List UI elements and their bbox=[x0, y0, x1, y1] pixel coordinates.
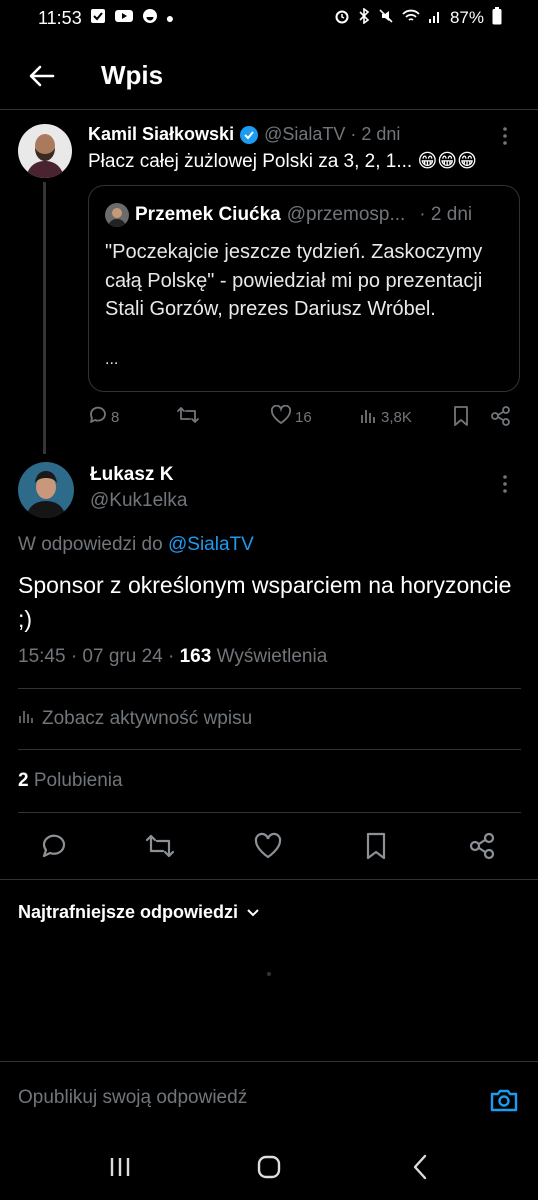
bookmark-button[interactable] bbox=[356, 826, 396, 866]
parent-tweet-time: · 2 dni bbox=[350, 124, 401, 144]
thread-line bbox=[43, 182, 46, 454]
views-count: 3,8K bbox=[381, 408, 412, 426]
likes-summary[interactable]: 2 Polubienia bbox=[18, 770, 123, 792]
replies-sort-label: Najtrafniejsze odpowiedzi bbox=[18, 902, 239, 922]
page-title: Wpis bbox=[101, 60, 164, 90]
quote-author-handle: @przemosp... bbox=[286, 204, 406, 225]
header-divider bbox=[0, 109, 538, 110]
retweet-button[interactable] bbox=[140, 826, 180, 866]
tweet-text: Sponsor z określonym wsparciem na horyzo… bbox=[18, 572, 512, 632]
app-icon bbox=[142, 8, 158, 28]
tweet-views-label: Wyświetlenia bbox=[216, 646, 328, 667]
signal-icon bbox=[428, 8, 442, 29]
parent-tweet-text: Płacz całej żużlowej Polski za 3, 2, 1..… bbox=[88, 151, 477, 172]
dot-icon: ● bbox=[165, 10, 175, 26]
tweet-meta: 15:45 · 07 gru 24 · 163 Wyświetlenia bbox=[18, 646, 327, 668]
status-bar: 11:53 ● 87% bbox=[0, 0, 538, 36]
share-action[interactable] bbox=[490, 405, 512, 431]
heart-icon bbox=[270, 404, 292, 429]
avatar-kamil[interactable] bbox=[18, 124, 72, 178]
battery-text: 87% bbox=[449, 8, 484, 27]
reply-button[interactable] bbox=[34, 826, 74, 866]
reply-input[interactable]: Opublikuj swoją odpowiedź bbox=[18, 1087, 247, 1109]
verified-badge-icon bbox=[239, 125, 259, 145]
quote-author-name: Przemek Ciućka bbox=[135, 204, 281, 225]
like-action[interactable]: 16 bbox=[270, 404, 312, 429]
parent-tweet-header: Kamil Siałkowski @SialaTV · 2 dni bbox=[88, 124, 400, 145]
battery-icon bbox=[492, 6, 502, 30]
more-options-icon[interactable] bbox=[502, 126, 508, 152]
parent-author-handle[interactable]: @SialaTV bbox=[264, 124, 345, 145]
author-handle[interactable]: @Kuk1elka bbox=[90, 490, 187, 512]
replies-sort-dropdown[interactable]: Najtrafniejsze odpowiedzi bbox=[18, 902, 260, 923]
activity-label: Zobacz aktywność wpisu bbox=[42, 708, 253, 729]
bookmark-action[interactable] bbox=[452, 405, 470, 431]
share-icon bbox=[490, 405, 512, 431]
post-activity-link[interactable]: Zobacz aktywność wpisu bbox=[18, 707, 252, 731]
views-action[interactable]: 3,8K bbox=[360, 405, 412, 429]
tweet-views-count: 163 bbox=[179, 646, 212, 667]
quote-ellipsis: ... bbox=[105, 351, 119, 368]
home-icon[interactable] bbox=[245, 1147, 293, 1187]
camera-icon[interactable] bbox=[486, 1082, 522, 1118]
parent-tweet-actions: 8 16 3,8K bbox=[86, 404, 516, 435]
avatar-lukasz[interactable] bbox=[18, 462, 74, 518]
share-button[interactable] bbox=[463, 826, 503, 866]
meta-divider bbox=[18, 688, 521, 689]
reply-icon bbox=[88, 405, 108, 429]
tweet-timestamp: 15:45 · 07 gru 24 · bbox=[18, 646, 175, 667]
top-bar: Wpis bbox=[0, 48, 538, 104]
tweet-actions bbox=[0, 826, 538, 866]
replying-to: W odpowiedzi do @SialaTV bbox=[18, 534, 254, 556]
reply-divider bbox=[0, 1061, 538, 1062]
activity-chart-icon bbox=[18, 707, 34, 731]
mute-icon bbox=[378, 8, 394, 29]
reply-count: 8 bbox=[111, 408, 120, 426]
chevron-down-icon bbox=[246, 902, 260, 923]
avatar-przemek bbox=[105, 203, 129, 227]
alarm-icon bbox=[334, 8, 350, 29]
like-button[interactable] bbox=[248, 826, 288, 866]
quote-text: "Poczekajcie jeszcze tydzień. Zaskoczymy… bbox=[105, 241, 483, 320]
bluetooth-icon bbox=[358, 6, 370, 29]
likes-divider bbox=[18, 812, 521, 813]
youtube-icon bbox=[114, 8, 134, 28]
wifi-icon bbox=[402, 8, 420, 29]
loading-indicator bbox=[267, 972, 271, 976]
likes-label: Polubienia bbox=[33, 770, 123, 791]
check-box-icon bbox=[90, 8, 106, 28]
replying-to-link[interactable]: @SialaTV bbox=[168, 534, 254, 555]
views-chart-icon bbox=[360, 405, 378, 429]
recent-apps-icon[interactable] bbox=[96, 1147, 144, 1187]
back-nav-icon[interactable] bbox=[396, 1147, 444, 1187]
main-more-options-icon[interactable] bbox=[502, 474, 508, 500]
quote-time: · 2 dni bbox=[419, 204, 473, 225]
status-time: 11:53 bbox=[38, 7, 82, 28]
parent-author-name[interactable]: Kamil Siałkowski bbox=[88, 124, 234, 145]
activity-divider bbox=[18, 749, 521, 750]
like-count: 16 bbox=[295, 408, 312, 426]
back-arrow-icon[interactable] bbox=[22, 56, 62, 96]
author-name[interactable]: Łukasz K bbox=[90, 464, 173, 486]
likes-count: 2 bbox=[18, 770, 29, 791]
system-nav-bar bbox=[0, 1135, 538, 1200]
retweet-action[interactable] bbox=[176, 405, 203, 429]
reply-action[interactable]: 8 bbox=[88, 405, 119, 429]
quoted-tweet[interactable]: Przemek Ciućka @przemosp... · 2 dni "Poc… bbox=[88, 185, 520, 392]
actions-divider bbox=[0, 879, 538, 880]
replying-prefix: W odpowiedzi do bbox=[18, 534, 163, 555]
bookmark-icon bbox=[452, 405, 470, 431]
retweet-icon bbox=[176, 405, 200, 429]
